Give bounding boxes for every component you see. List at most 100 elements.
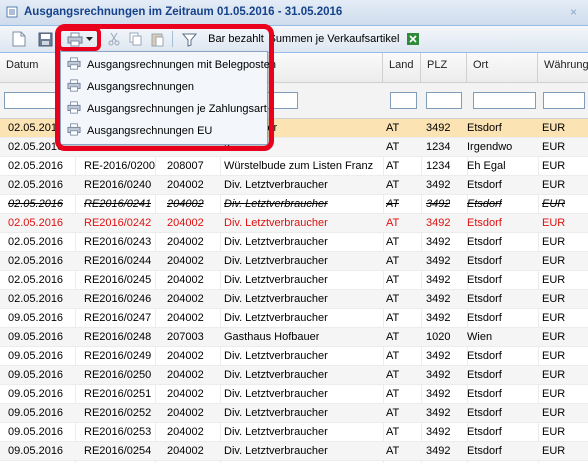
cell-name: Div. Letztverbraucher: [224, 217, 328, 229]
window-title: Ausgangsrechnungen im Zeitraum 01.05.201…: [24, 6, 343, 18]
column-label: PLZ: [427, 59, 448, 71]
filter-input-ort[interactable]: [473, 92, 536, 109]
bar-bezahlt-button[interactable]: Bar bezahlt: [206, 30, 266, 48]
cell-kunde: 204002: [167, 388, 204, 400]
cell-nr: RE2016/0242: [84, 217, 152, 229]
cell-ort: Irgendwo: [467, 141, 513, 153]
cell-ort: Etsdorf: [467, 179, 502, 191]
cell-ort: Etsdorf: [467, 426, 502, 438]
cell-datum: 09.05.2016: [8, 350, 64, 362]
cell-nr: RE2016/0250: [84, 369, 152, 381]
menu-item-belegposten[interactable]: Ausgangsrechnungen mit Belegposten: [61, 54, 276, 76]
cell-datum: 02.05.2016: [8, 179, 64, 191]
cell-datum: 02.05.2016: [8, 293, 64, 305]
column-header-ort[interactable]: Ort: [467, 53, 538, 83]
cell-ort: Etsdorf: [467, 388, 502, 400]
summen-button[interactable]: Summen je Verkaufsartikel: [269, 30, 400, 48]
menu-item-ausgangsrechnungen[interactable]: Ausgangsrechnungen: [61, 76, 267, 98]
cell-name: Div. Letztverbraucher: [224, 293, 328, 305]
cell-ort: Etsdorf: [467, 293, 502, 305]
cell-kunde: 204002: [167, 217, 204, 229]
cell-datum: 09.05.2016: [8, 331, 64, 343]
cell-datum: 09.05.2016: [8, 445, 64, 457]
filter-input-land[interactable]: [390, 92, 417, 109]
cell-kunde: 204002: [167, 407, 204, 419]
cell-name: Div. Letztverbraucher: [224, 255, 328, 267]
cell-ort: Eh Egal: [467, 160, 506, 172]
cell-wae: EUR: [542, 122, 566, 134]
menu-item-zahlungsart[interactable]: Ausgangsrechnungen je Zahlungsart: [61, 98, 267, 120]
column-header-waehrung[interactable]: Währung: [538, 53, 588, 83]
cell-kunde: 204002: [167, 293, 204, 305]
cell-land: AT: [386, 122, 400, 134]
column-header-land[interactable]: Land: [383, 53, 421, 83]
cell-land: AT: [386, 445, 400, 457]
cell-plz: 3492: [426, 407, 451, 419]
filter-input-plz[interactable]: [426, 92, 462, 109]
cell-kunde: 204002: [167, 426, 204, 438]
paste-icon[interactable]: [149, 30, 165, 48]
chevron-down-icon: [86, 36, 93, 42]
cell-wae: EUR: [542, 293, 566, 305]
menu-item-label: Ausgangsrechnungen mit Belegposten: [87, 59, 276, 71]
table-row[interactable]: 02.05.2016 RE2016/0240 204002 Div. Letztver…: [0, 176, 588, 195]
cell-datum: 02.05.2016: [8, 198, 64, 210]
filter-input-waehrung[interactable]: [543, 92, 585, 109]
print-dropdown-button[interactable]: [62, 30, 98, 48]
cell-datum: 02.05.2016: [8, 274, 64, 286]
cell-plz: 1020: [426, 331, 451, 343]
toolbar: Bar bezahlt Summen je Verkaufsartikel: [0, 26, 588, 53]
cell-plz: 3492: [426, 179, 451, 191]
menu-item-label: Ausgangsrechnungen: [87, 81, 195, 93]
print-icon: [67, 32, 83, 47]
cell-name: Div. Letztverbraucher: [224, 369, 328, 381]
excel-icon[interactable]: [404, 30, 422, 48]
table-row[interactable]: 09.05.2016 RE2016/0248 207003 Gasthaus Hofb…: [0, 328, 588, 347]
cell-name: Div. Letztverbraucher: [224, 426, 328, 438]
window-titlebar: Ausgangsrechnungen im Zeitraum 01.05.201…: [0, 0, 588, 26]
table-row[interactable]: 09.05.2016 RE2016/0253 204002 Div. Letztver…: [0, 423, 588, 442]
menu-item-eu[interactable]: Ausgangsrechnungen EU: [61, 120, 267, 142]
new-document-icon[interactable]: [10, 30, 28, 48]
table-row[interactable]: 02.05.2016 RE2016/0243 204002 Div. Letztver…: [0, 233, 588, 252]
cell-kunde: 204002: [167, 255, 204, 267]
cell-datum: 02.05.2016: [8, 122, 64, 134]
cell-wae: EUR: [542, 255, 566, 267]
table-row[interactable]: 09.05.2016 RE2016/0249 204002 Div. Letztver…: [0, 347, 588, 366]
column-header-plz[interactable]: PLZ: [421, 53, 467, 83]
table-row[interactable]: 02.05.2016 RE2016/0244 204002 Div. Letztver…: [0, 252, 588, 271]
table-row[interactable]: 02.05.2016 RE-2016/0200 208007 Würstelbude …: [0, 157, 588, 176]
cell-datum: 09.05.2016: [8, 312, 64, 324]
cell-plz: 3492: [426, 236, 451, 248]
filter-icon[interactable]: [180, 30, 198, 48]
cell-wae: EUR: [542, 445, 566, 457]
cell-nr: RE-2016/0200: [84, 160, 155, 172]
table-row[interactable]: 09.05.2016 RE2016/0250 204002 Div. Letztver…: [0, 366, 588, 385]
cell-kunde: 204002: [167, 350, 204, 362]
cell-plz: 3492: [426, 122, 451, 134]
copy-icon[interactable]: [127, 30, 143, 48]
table-row[interactable]: 02.05.2016 RE2016/0241 204002 Div. Letztver…: [0, 195, 588, 214]
bar-bezahlt-label: Bar bezahlt: [208, 33, 264, 45]
cell-name: Div. Letztverbraucher: [224, 274, 328, 286]
table-row[interactable]: 02.05.2016 RE2016/0245 204002 Div. Letztver…: [0, 271, 588, 290]
table-row[interactable]: 09.05.2016 RE2016/0247 204002 Div. Letztver…: [0, 309, 588, 328]
filter-input-datum[interactable]: [4, 92, 58, 109]
table-row[interactable]: 09.05.2016 RE2016/0252 204002 Div. Letztver…: [0, 404, 588, 423]
cut-icon[interactable]: [106, 30, 122, 48]
table-row[interactable]: 09.05.2016 RE2016/0254 204002 Div. Letztver…: [0, 442, 588, 461]
table-row[interactable]: 02.05.2016 RE2016/0246 204002 Div. Letztver…: [0, 290, 588, 309]
cell-land: AT: [386, 293, 400, 305]
table-row[interactable]: 09.05.2016 RE2016/0251 204002 Div. Letztver…: [0, 385, 588, 404]
table-row[interactable]: 02.05.2016 RE2016/0242 204002 Div. Letztver…: [0, 214, 588, 233]
cell-plz: 3492: [426, 255, 451, 267]
cell-land: AT: [386, 350, 400, 362]
cell-land: AT: [386, 141, 400, 153]
cell-nr: RE2016/0240: [84, 179, 152, 191]
cell-plz: 1234: [426, 160, 451, 172]
close-icon[interactable]: ×: [570, 6, 582, 18]
save-icon[interactable]: [36, 30, 54, 48]
cell-land: AT: [386, 274, 400, 286]
cell-land: AT: [386, 331, 400, 343]
cell-land: AT: [386, 407, 400, 419]
